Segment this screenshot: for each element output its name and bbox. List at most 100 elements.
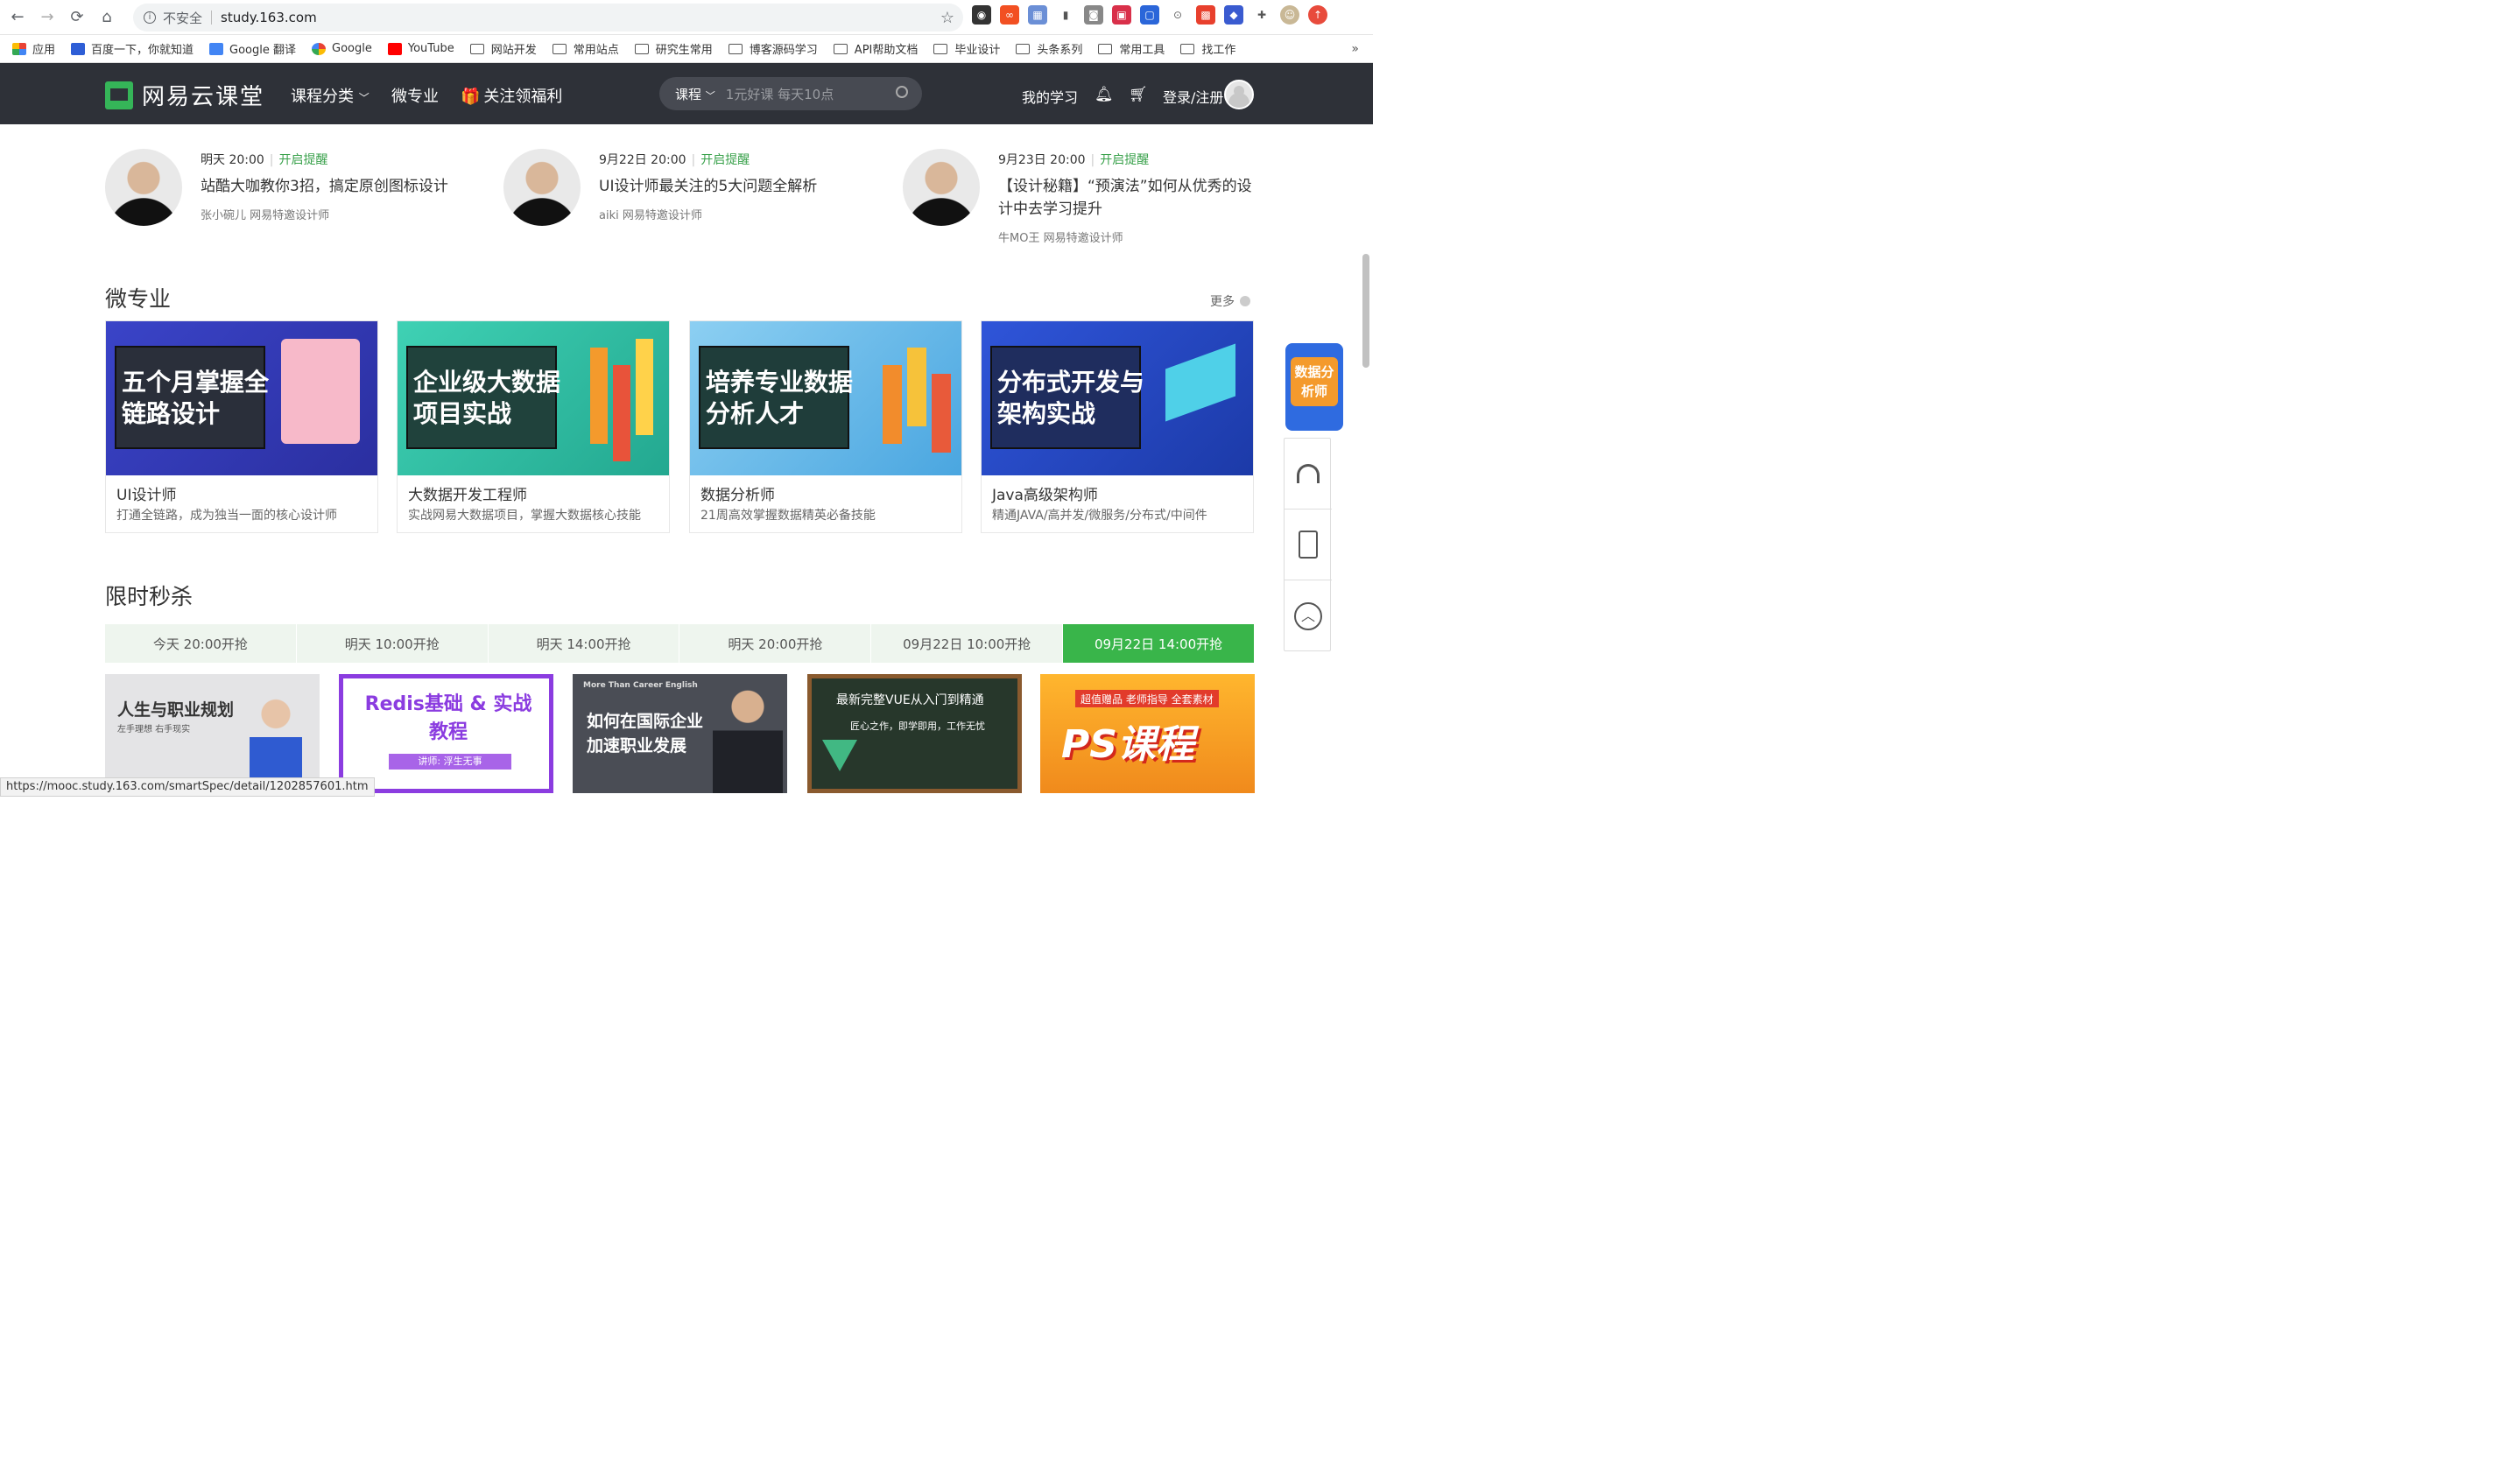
micro-card[interactable]: 培养专业数据分析人才 数据分析师 21周高效掌握数据精英必备技能 — [689, 320, 962, 533]
search-category-select[interactable]: 课程 ﹀ — [675, 85, 715, 103]
bookmark-youtube[interactable]: YouTube — [387, 42, 454, 55]
bookmark-folder[interactable]: 常用站点 — [552, 40, 619, 57]
bookmarks-overflow-button[interactable]: » — [1351, 42, 1359, 56]
search-box[interactable]: 课程 ﹀ 1元好课 每天10点 — [659, 77, 922, 110]
course-card[interactable]: Redis基础 & 实战教程 讲师: 浮生无事 — [339, 674, 553, 793]
mobile-icon[interactable] — [1285, 510, 1332, 580]
bookmark-folder[interactable]: 毕业设计 — [933, 40, 1000, 57]
course-subtitle: 左手理想 右手现实 — [117, 725, 191, 735]
live-item[interactable]: 9月22日 20:00 | 开启提醒 UI设计师最关注的5大问题全解析 aiki 网… — [503, 149, 871, 245]
live-title[interactable]: UI设计师最关注的5大问题全解析 — [599, 175, 866, 198]
floating-toolbar: ︿ — [1284, 438, 1332, 651]
address-bar[interactable]: i 不安全 study.163.com ☆ — [133, 4, 963, 32]
cart-icon[interactable]: 🛒︎ — [1129, 86, 1148, 103]
nav-course-categories[interactable]: 课程分类 ﹀ — [291, 84, 370, 107]
reload-icon[interactable]: ⟳ — [65, 5, 89, 30]
extension-icon[interactable]: ∞ — [1000, 5, 1019, 25]
micro-card[interactable]: 企业级大数据项目实战 大数据开发工程师 实战网易大数据项目，掌握大数据核心技能 — [397, 320, 670, 533]
more-link[interactable]: 更多 — [1210, 292, 1250, 310]
back-to-top-icon[interactable]: ︿ — [1285, 580, 1332, 651]
flash-tab-active[interactable]: 09月22日 14:00开抢 — [1063, 624, 1255, 663]
banner-illustration — [883, 365, 902, 444]
nav-follow-benefits[interactable]: 🎁 关注领福利 — [461, 84, 562, 107]
extension-icon[interactable]: ▦ — [1028, 5, 1047, 25]
camera-icon[interactable]: ◙ — [1084, 5, 1103, 25]
bookmark-star-icon[interactable]: ☆ — [940, 9, 954, 27]
search-icon[interactable] — [896, 86, 908, 98]
search-category-label: 课程 — [675, 86, 702, 102]
bookmark-label: Google — [332, 42, 372, 55]
bookmark-label: 应用 — [32, 44, 56, 57]
extension-icon[interactable]: ▩ — [1196, 5, 1215, 25]
card-desc: 实战网易大数据项目，掌握大数据核心技能 — [408, 509, 641, 523]
home-icon[interactable]: ⌂ — [95, 5, 119, 30]
micro-card[interactable]: 五个月掌握全链路设计 UI设计师 打通全链路，成为独当一面的核心设计师 — [105, 320, 378, 533]
site-logo[interactable]: 网易云课堂 — [105, 79, 264, 111]
flash-tab[interactable]: 明天 10:00开抢 — [297, 624, 489, 663]
google-icon — [312, 42, 327, 55]
bookmark-apps[interactable]: 应用 — [12, 40, 55, 57]
micro-card[interactable]: 分布式开发与架构实战 Java高级架构师 精通JAVA/高并发/微服务/分布式/… — [981, 320, 1254, 533]
update-icon[interactable]: ↑ — [1308, 5, 1327, 25]
url-text[interactable]: study.163.com — [221, 10, 317, 25]
folder-icon — [933, 43, 948, 54]
search-input[interactable]: 1元好课 每天10点 — [726, 85, 834, 103]
remind-button[interactable]: 开启提醒 — [279, 153, 328, 167]
extension-icon[interactable]: ▣ — [1112, 5, 1131, 25]
live-item[interactable]: 明天 20:00 | 开启提醒 站酷大咖教你3招，搞定原创图标设计 张小碗儿 网易特… — [105, 149, 473, 245]
forward-icon[interactable]: → — [35, 5, 60, 30]
bookmark-folder[interactable]: 头条系列 — [1016, 40, 1082, 57]
bookmark-folder[interactable]: 研究生常用 — [634, 40, 713, 57]
bookmark-google-translate[interactable]: Google 翻译 — [209, 40, 296, 57]
my-learning-link[interactable]: 我的学习 — [1022, 86, 1078, 107]
live-title[interactable]: 站酷大咖教你3招，搞定原创图标设计 — [201, 175, 468, 198]
extension-icon[interactable]: ⊙ — [1168, 5, 1187, 25]
bookmark-folder[interactable]: 找工作 — [1180, 40, 1235, 57]
flash-tab[interactable]: 明天 20:00开抢 — [679, 624, 872, 663]
course-card[interactable]: 超值赠品 老师指导 全套素材 PS课程 — [1040, 674, 1255, 793]
flash-tab[interactable]: 明天 14:00开抢 — [489, 624, 680, 663]
bookmark-google[interactable]: Google — [312, 42, 372, 55]
course-card[interactable]: 最新完整VUE从入门到精通 匠心之作，即学即用，工作无忧 — [807, 674, 1022, 793]
profile-avatar[interactable]: ☺ — [1280, 5, 1299, 25]
headset-icon[interactable] — [1285, 439, 1332, 510]
extensions-area: ◉ ∞ ▦ ▮ ◙ ▣ ▢ ⊙ ▩ ◆ ✚ ☺ ↑ — [972, 5, 1327, 25]
bookmark-folder[interactable]: 网站开发 — [469, 40, 537, 57]
extension-icon[interactable]: ◉ — [972, 5, 991, 25]
back-icon[interactable]: ← — [5, 5, 30, 30]
nav-micro-specialty[interactable]: 微专业 — [391, 84, 439, 107]
bookmark-baidu[interactable]: 百度一下，你就知道 — [71, 40, 194, 57]
banner-text: 培养专业数据分析人才 — [706, 368, 854, 428]
extension-icon[interactable]: ▢ — [1140, 5, 1159, 25]
course-card[interactable]: 人生与职业规划 左手理想 右手现实 — [105, 674, 320, 793]
card-banner: 分布式开发与架构实战 — [982, 321, 1253, 475]
flash-tab[interactable]: 09月22日 10:00开抢 — [871, 624, 1064, 663]
banner-illustration — [281, 339, 360, 444]
bookmark-folder[interactable]: 常用工具 — [1098, 40, 1165, 57]
flash-tab[interactable]: 今天 20:00开抢 — [105, 624, 297, 663]
bookmark-label: 常用站点 — [573, 44, 619, 57]
extension-icon[interactable]: ◆ — [1224, 5, 1243, 25]
live-title[interactable]: 【设计秘籍】“预演法”如何从优秀的设计中去学习提升 — [998, 175, 1265, 221]
remind-button[interactable]: 开启提醒 — [700, 153, 750, 167]
avatar[interactable] — [1224, 80, 1254, 109]
bookmark-label: 常用工具 — [1119, 44, 1165, 57]
live-item[interactable]: 9月23日 20:00 | 开启提醒 【设计秘籍】“预演法”如何从优秀的设计中去学习… — [903, 149, 1271, 245]
remind-button[interactable]: 开启提醒 — [1100, 153, 1149, 167]
bookmark-label: YouTube — [407, 42, 454, 55]
floating-ad[interactable]: 数据分析师 — [1285, 343, 1343, 431]
speaker-photo — [105, 149, 182, 226]
banner-text: 企业级大数据项目实战 — [413, 368, 561, 428]
speaker-photo — [503, 149, 581, 226]
folder-icon — [552, 43, 567, 54]
puzzle-icon[interactable]: ✚ — [1252, 5, 1271, 25]
bookmark-icon[interactable]: ▮ — [1056, 5, 1075, 25]
info-icon[interactable]: i — [144, 11, 156, 24]
bell-icon[interactable]: 🔔︎ — [1095, 86, 1114, 103]
bookmark-folder[interactable]: API帮助文档 — [833, 40, 918, 57]
bookmark-folder[interactable]: 博客源码学习 — [728, 40, 818, 57]
course-card[interactable]: More Than Career English 如何在国际企业加速职业发展 — [573, 674, 787, 793]
login-link[interactable]: 登录/注册 — [1163, 86, 1223, 107]
nav-label: 课程分类 — [291, 88, 354, 106]
page-scrollbar[interactable] — [1362, 254, 1369, 368]
